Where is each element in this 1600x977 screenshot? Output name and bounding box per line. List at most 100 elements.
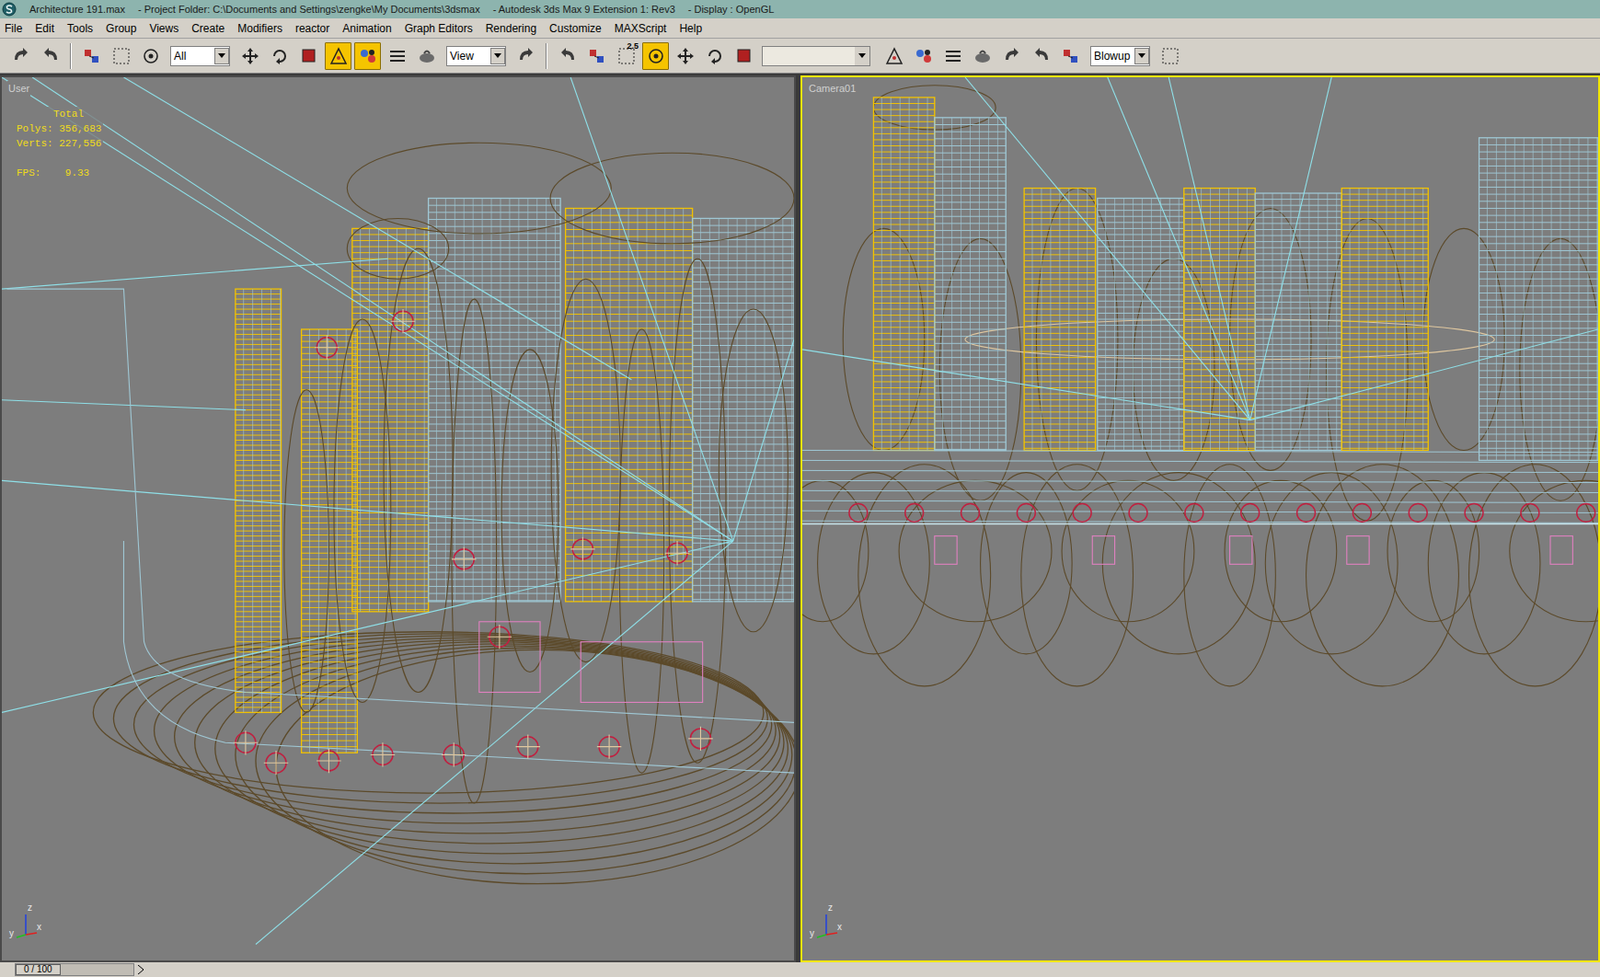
axis-label: z <box>27 903 33 913</box>
menu-item[interactable]: Graph Editors <box>403 20 474 37</box>
max-logo-icon[interactable] <box>1 1 17 17</box>
timeline: 0 / 100 <box>0 962 1600 977</box>
toolbar-button[interactable] <box>107 42 135 70</box>
toolbar-button[interactable] <box>78 42 105 70</box>
toolbar-button[interactable] <box>413 42 440 70</box>
dropdown-value: Blowup <box>1093 47 1135 65</box>
ground-band <box>802 449 1599 524</box>
stats-heading: Total <box>16 106 102 122</box>
toolbar-button[interactable] <box>383 42 411 70</box>
axis-label: x <box>36 922 42 933</box>
toolbar-button[interactable] <box>137 42 164 70</box>
dropdown-arrow-icon[interactable] <box>854 46 870 66</box>
menu-item[interactable]: Views <box>148 20 180 37</box>
viewport[interactable]: User TotalPolys: 356,683Verts: 227,556 FPS… <box>0 75 796 963</box>
toolbar-button[interactable] <box>1057 42 1084 70</box>
toolbar-button[interactable] <box>968 42 996 70</box>
toolbar-button[interactable] <box>642 42 669 70</box>
field-value[interactable] <box>762 46 855 66</box>
tool-icon <box>415 45 438 68</box>
tool-icon <box>268 45 291 68</box>
toolbar-button[interactable] <box>354 42 381 70</box>
title-text: - Autodesk 3ds Max 9 Extension 1: Rev3 <box>493 1 676 18</box>
tool-icon <box>883 45 906 68</box>
toolbar-button[interactable] <box>880 42 908 70</box>
toolbar-button[interactable] <box>1156 42 1184 70</box>
toolbar-separator <box>69 43 72 70</box>
tool-icon <box>239 45 262 68</box>
toolbar-button[interactable] <box>512 42 540 70</box>
toolbar-button[interactable] <box>998 42 1025 70</box>
frame-position: 0 / 100 <box>23 964 53 976</box>
viewport[interactable]: Camera01zyx <box>800 75 1600 963</box>
next-frame-icon[interactable] <box>138 965 144 975</box>
dropdown-arrow-icon[interactable] <box>490 47 506 65</box>
menu-item[interactable]: Help <box>678 20 703 37</box>
menu-item[interactable]: MAXScript <box>613 20 668 37</box>
time-slider-thumb[interactable]: 0 / 100 <box>15 964 61 976</box>
tool-icon <box>586 45 609 68</box>
menu-item[interactable]: Create <box>190 20 226 37</box>
tool-icon <box>10 45 33 68</box>
toolbar-button[interactable] <box>553 42 581 70</box>
dropdown-value: View <box>449 47 491 65</box>
dropdown-arrow-icon[interactable] <box>214 47 230 65</box>
toolbar-button[interactable] <box>671 42 699 70</box>
toolbar-button[interactable] <box>909 42 937 70</box>
stats-line: Verts: 227,556 <box>16 136 102 151</box>
menu-item[interactable]: Customize <box>548 20 603 37</box>
tool-icon <box>1159 45 1182 68</box>
viewport-area: User TotalPolys: 356,683Verts: 227,556 FPS… <box>0 73 1600 963</box>
tool-icon <box>971 45 994 68</box>
tool-icon <box>942 45 965 68</box>
toolbar-button[interactable] <box>1027 42 1055 70</box>
toolbar-button[interactable] <box>939 42 967 70</box>
menu-item[interactable]: reactor <box>294 20 331 37</box>
toolbar-button[interactable] <box>236 42 264 70</box>
title-text: - Project Folder: C:\Documents and Setti… <box>138 1 481 18</box>
toolbar-dropdown[interactable]: All <box>170 46 231 67</box>
menu-bar: File Edit Tools Group Views Create Modifiers re… <box>0 18 1600 39</box>
tool-icon <box>1001 45 1024 68</box>
toolbar-button[interactable] <box>36 42 64 70</box>
menu-item[interactable]: Animation <box>341 20 392 37</box>
viewport-label[interactable]: Camera01 <box>807 80 857 97</box>
toolbar-button[interactable] <box>324 42 352 70</box>
toolbar-button[interactable] <box>730 42 758 70</box>
fps-readout: FPS: 9.33 <box>16 165 102 181</box>
tool-icon <box>1030 45 1053 68</box>
toolbar-button[interactable]: 2.5 <box>612 42 640 70</box>
tool-icon <box>356 45 380 68</box>
title-text: - Display : OpenGL <box>688 1 775 18</box>
toolbar-dropdown[interactable]: View <box>446 46 507 67</box>
toolbar-button[interactable] <box>701 42 728 70</box>
ground-ellipses <box>802 85 1599 687</box>
axis-label: z <box>828 903 833 913</box>
time-slider[interactable]: 0 / 100 <box>14 963 135 977</box>
tool-icon <box>674 45 697 68</box>
toolbar-button[interactable] <box>265 42 293 70</box>
tool-icon <box>139 45 162 68</box>
menu-item[interactable]: Group <box>104 20 138 37</box>
tool-icon <box>327 45 350 68</box>
menu-item[interactable]: Rendering <box>484 20 538 37</box>
menu-item[interactable]: Edit <box>34 20 56 37</box>
toolbar-dropdown[interactable]: Blowup <box>1090 46 1151 67</box>
viewport-label[interactable]: User <box>7 80 31 97</box>
dropdown-arrow-icon[interactable] <box>1134 47 1150 65</box>
menu-item[interactable]: Modifiers <box>236 20 284 37</box>
wireframe-scene[interactable] <box>1 77 795 961</box>
named-selection-field[interactable] <box>761 46 871 67</box>
menu-item[interactable]: Tools <box>66 20 94 37</box>
menu-item[interactable]: File <box>3 20 24 37</box>
toolbar-button[interactable] <box>583 42 611 70</box>
title-bar: Architecture 191.max- Project Folder: C:… <box>0 0 1600 19</box>
toolbar-button[interactable] <box>295 42 323 70</box>
wireframe-scene[interactable] <box>802 77 1599 961</box>
stats-line: Polys: 356,683 <box>16 121 102 137</box>
tool-icon <box>556 45 579 68</box>
light-cones <box>284 142 795 804</box>
axis-label: y <box>9 929 14 939</box>
axis-label: y <box>809 929 815 939</box>
toolbar-button[interactable] <box>7 42 35 70</box>
